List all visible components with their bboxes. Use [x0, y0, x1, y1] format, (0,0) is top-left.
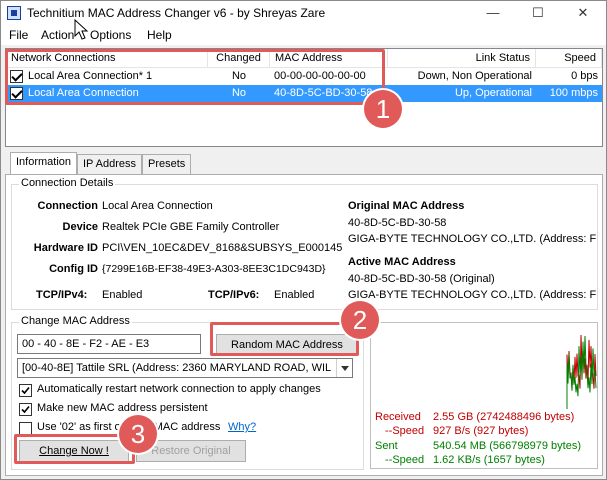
restart-checkbox[interactable]: [19, 384, 32, 397]
group-title: Change MAC Address: [19, 315, 132, 327]
connection-label: Connection: [37, 200, 99, 212]
menu-file[interactable]: File: [9, 28, 28, 42]
col-speed[interactable]: Speed: [536, 49, 602, 68]
original-mac-vendor: GIGA-BYTE TECHNOLOGY CO.,LTD. (Address: …: [348, 233, 597, 245]
active-mac-vendor: GIGA-BYTE TECHNOLOGY CO.,LTD. (Address: …: [348, 289, 597, 301]
connection-status: Up, Operational: [454, 87, 532, 99]
sent-value: 540.54 MB (566798979 bytes): [433, 440, 581, 452]
hardware-id-label: Hardware ID: [33, 242, 98, 254]
config-id-value: {7299E16B-EF38-49E3-A303-8EE3C1DC943D}: [102, 263, 326, 275]
hardware-id-value: PCI\VEN_10EC&DEV_8168&SUBSYS_E000145: [102, 242, 343, 254]
menu-bar: File Action Options Help: [1, 19, 606, 45]
persist-option-label: Make new MAC address persistent: [37, 402, 208, 414]
sent-speed-value: 1.62 KB/s (1657 bytes): [433, 454, 545, 466]
traffic-graph-plot: [566, 335, 597, 409]
original-mac-value: 40-8D-5C-BD-30-58: [348, 217, 447, 229]
connection-value: Local Area Connection: [102, 200, 213, 212]
callout-badge-3: 3: [119, 415, 157, 453]
device-value: Realtek PCIe GBE Family Controller: [102, 221, 280, 233]
persist-checkbox[interactable]: [19, 403, 32, 416]
restart-option-label: Automatically restart network connection…: [37, 383, 321, 395]
mac-address-input[interactable]: 00 - 40 - 8E - F2 - AE - E3: [17, 334, 201, 354]
menu-options[interactable]: Options: [90, 28, 131, 42]
chevron-down-icon[interactable]: [336, 359, 352, 377]
callout-highlight-1: [5, 49, 385, 105]
tcpipv4-value: Enabled: [102, 289, 143, 301]
traffic-graph: Received 2.55 GB (2742488496 bytes) --Sp…: [370, 322, 598, 469]
connection-details-group: Connection Details Connection Local Area…: [11, 177, 598, 310]
why-link[interactable]: Why?: [228, 421, 256, 433]
menu-action[interactable]: Action: [41, 28, 74, 42]
sent-label: Sent: [375, 440, 398, 452]
vendor-select[interactable]: [00-40-8E] Tattile SRL (Address: 2360 MA…: [17, 358, 353, 378]
mouse-cursor-icon: [74, 19, 89, 40]
device-label: Device: [62, 221, 98, 233]
callout-highlight-3: [14, 434, 135, 464]
tcpipv6-value: Enabled: [274, 289, 315, 301]
menu-help[interactable]: Help: [147, 28, 172, 42]
tab-ip-address[interactable]: IP Address: [77, 154, 142, 174]
config-id-label: Config ID: [49, 263, 98, 275]
title-bar: Technitium MAC Address Changer v6 - by S…: [1, 1, 606, 25]
app-window: Technitium MAC Address Changer v6 - by S…: [0, 0, 607, 480]
group-title: Connection Details: [19, 177, 116, 189]
connection-status: Down, Non Operational: [417, 70, 532, 82]
tcpipv4-label: TCP/IPv4:: [36, 289, 88, 301]
tab-information[interactable]: Information: [10, 152, 78, 175]
connection-speed: 100 mbps: [549, 87, 598, 99]
connection-speed: 0 bps: [571, 70, 598, 82]
app-icon: [7, 6, 21, 20]
minimize-icon[interactable]: —: [471, 1, 515, 25]
sent-speed-label: --Speed: [385, 454, 425, 466]
received-label: Received: [375, 411, 421, 423]
tab-presets[interactable]: Presets: [142, 154, 192, 174]
active-mac-value: 40-8D-5C-BD-30-58 (Original): [348, 273, 495, 285]
col-link-status[interactable]: Link Status: [388, 49, 536, 68]
close-icon[interactable]: ✕: [561, 1, 605, 25]
tcpipv6-label: TCP/IPv6:: [208, 289, 260, 301]
callout-badge-1: 1: [364, 90, 402, 128]
original-mac-title: Original MAC Address: [348, 200, 465, 212]
window-title: Technitium MAC Address Changer v6 - by S…: [27, 6, 326, 20]
received-value: 2.55 GB (2742488496 bytes): [433, 411, 575, 423]
vendor-select-value: [00-40-8E] Tattile SRL (Address: 2360 MA…: [22, 362, 332, 374]
received-speed-label: --Speed: [385, 425, 425, 437]
received-speed-value: 927 B/s (927 bytes): [433, 425, 529, 437]
callout-highlight-2: [210, 322, 359, 356]
maximize-icon[interactable]: ☐: [516, 1, 560, 25]
active-mac-title: Active MAC Address: [348, 256, 456, 268]
callout-badge-2: 2: [341, 301, 379, 339]
